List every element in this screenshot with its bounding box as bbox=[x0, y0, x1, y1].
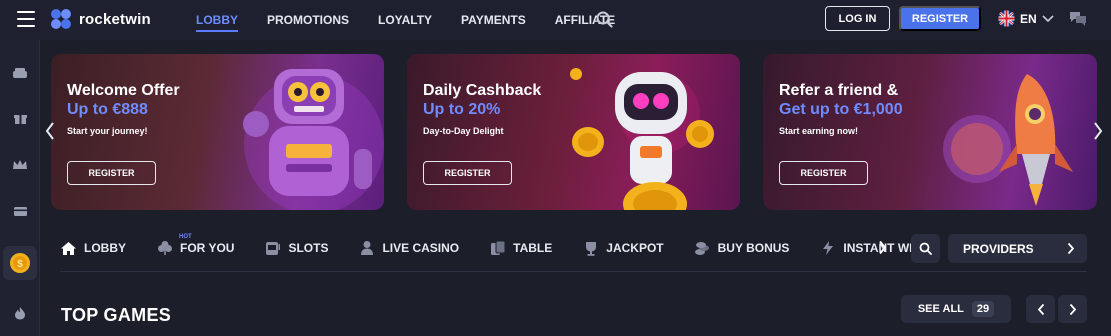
cards-icon bbox=[489, 240, 506, 257]
banner-register-button[interactable]: REGISTER bbox=[67, 161, 156, 185]
category-lobby[interactable]: LOBBY bbox=[60, 240, 126, 257]
astronaut-robot-icon bbox=[570, 68, 714, 210]
banner-subtitle: Up to 20% bbox=[423, 101, 501, 118]
category-live-casino[interactable]: LIVE CASINO bbox=[358, 240, 459, 257]
chevron-left-icon bbox=[1037, 303, 1044, 315]
clover-icon bbox=[156, 240, 173, 257]
search-icon[interactable] bbox=[596, 11, 613, 33]
see-all-label: SEE ALL bbox=[917, 303, 964, 315]
carousel-prev-icon[interactable] bbox=[45, 122, 55, 145]
banner-description: Day-to-Day Delight bbox=[423, 126, 504, 136]
language-selector[interactable]: EN bbox=[998, 10, 1054, 27]
banner-daily-cashback[interactable]: Daily Cashback Up to 20% Day-to-Day Deli… bbox=[407, 54, 740, 210]
carousel-next-icon[interactable] bbox=[1093, 122, 1103, 145]
svg-text:$: $ bbox=[17, 259, 23, 270]
category-label: FOR YOU bbox=[180, 241, 235, 255]
chevron-down-icon bbox=[1042, 14, 1054, 22]
logo-icon bbox=[51, 9, 71, 29]
coins-icon bbox=[694, 240, 711, 257]
banner-register-button[interactable]: REGISTER bbox=[779, 161, 868, 185]
sidebar: $ bbox=[0, 40, 40, 336]
prev-page-button[interactable] bbox=[1026, 295, 1055, 323]
chevron-right-icon bbox=[1067, 242, 1075, 255]
category-table[interactable]: TABLE bbox=[489, 240, 552, 257]
hot-badge: HOT bbox=[179, 233, 192, 240]
register-button[interactable]: REGISTER bbox=[899, 6, 981, 31]
category-label: JACKPOT bbox=[606, 241, 664, 255]
category-bar: LOBBY HOT FOR YOU SLOTS LIVE CASINO TABL… bbox=[60, 234, 951, 262]
chat-icon[interactable] bbox=[1069, 10, 1087, 32]
login-button[interactable]: LOG IN bbox=[825, 6, 890, 31]
banner-description: Start earning now! bbox=[779, 126, 859, 136]
banner-register-button[interactable]: REGISTER bbox=[423, 161, 512, 185]
trophy-icon bbox=[582, 240, 599, 257]
category-search-button[interactable] bbox=[911, 234, 940, 263]
wallet-icon[interactable] bbox=[9, 200, 31, 222]
menu-icon[interactable] bbox=[17, 11, 35, 27]
see-all-button[interactable]: SEE ALL 29 bbox=[901, 295, 1011, 323]
providers-dropdown[interactable]: PROVIDERS bbox=[948, 234, 1087, 263]
search-icon bbox=[919, 242, 932, 255]
main-nav: LOBBY PROMOTIONS LOYALTY PAYMENTS AFFILI… bbox=[196, 0, 644, 40]
banner-refer-a-friend[interactable]: Refer a friend & Get up to €1,000 Start … bbox=[763, 54, 1097, 210]
category-label: BUY BONUS bbox=[717, 241, 790, 255]
section-title: TOP GAMES bbox=[61, 305, 172, 325]
category-label: LIVE CASINO bbox=[382, 241, 460, 255]
lobby-icon[interactable] bbox=[9, 62, 31, 84]
uk-flag-icon bbox=[998, 10, 1015, 27]
home-icon bbox=[60, 240, 77, 257]
dealer-icon bbox=[358, 240, 375, 257]
category-for-you[interactable]: HOT FOR YOU bbox=[156, 234, 235, 257]
nav-payments[interactable]: PAYMENTS bbox=[461, 13, 526, 27]
chevron-right-icon[interactable] bbox=[878, 240, 887, 260]
nav-promotions[interactable]: PROMOTIONS bbox=[267, 13, 349, 27]
category-label: LOBBY bbox=[84, 241, 126, 255]
banner-title: Daily Cashback bbox=[423, 82, 542, 99]
games-count-badge: 29 bbox=[971, 301, 995, 317]
banner-subtitle: Get up to €1,000 bbox=[779, 101, 903, 118]
logo[interactable]: rocketwin bbox=[49, 7, 151, 31]
next-page-button[interactable] bbox=[1058, 295, 1087, 323]
crown-icon[interactable] bbox=[9, 154, 31, 176]
category-buy-bonus[interactable]: BUY BONUS bbox=[694, 240, 790, 257]
robot-mascot-icon bbox=[243, 69, 384, 210]
category-jackpot[interactable]: JACKPOT bbox=[582, 240, 664, 257]
chevron-right-icon bbox=[1069, 303, 1076, 315]
banner-welcome-offer[interactable]: Welcome Offer Up to €888 Start your jour… bbox=[51, 54, 384, 210]
nav-lobby[interactable]: LOBBY bbox=[196, 13, 238, 32]
banner-description: Start your journey! bbox=[67, 126, 148, 136]
category-label: SLOTS bbox=[288, 241, 329, 255]
category-instant-win[interactable]: INSTANT WIN bbox=[819, 240, 921, 257]
banner-title: Welcome Offer bbox=[67, 82, 180, 99]
banner-title: Refer a friend & bbox=[779, 82, 899, 99]
banner-subtitle: Up to €888 bbox=[67, 101, 148, 118]
top-header: rocketwin LOBBY PROMOTIONS LOYALTY PAYME… bbox=[0, 0, 1111, 40]
logo-text: rocketwin bbox=[79, 10, 151, 28]
category-label: TABLE bbox=[513, 241, 553, 255]
providers-label: PROVIDERS bbox=[963, 241, 1034, 256]
divider bbox=[60, 271, 1087, 272]
flame-icon[interactable] bbox=[9, 302, 31, 324]
lightning-icon bbox=[819, 240, 836, 257]
nav-loyalty[interactable]: LOYALTY bbox=[378, 13, 432, 27]
coin-icon[interactable]: $ bbox=[3, 246, 37, 280]
rocket-icon bbox=[943, 74, 1073, 206]
category-slots[interactable]: SLOTS bbox=[264, 240, 328, 257]
slot-machine-icon bbox=[264, 240, 281, 257]
gift-icon[interactable] bbox=[9, 107, 31, 129]
language-label: EN bbox=[1020, 11, 1037, 26]
